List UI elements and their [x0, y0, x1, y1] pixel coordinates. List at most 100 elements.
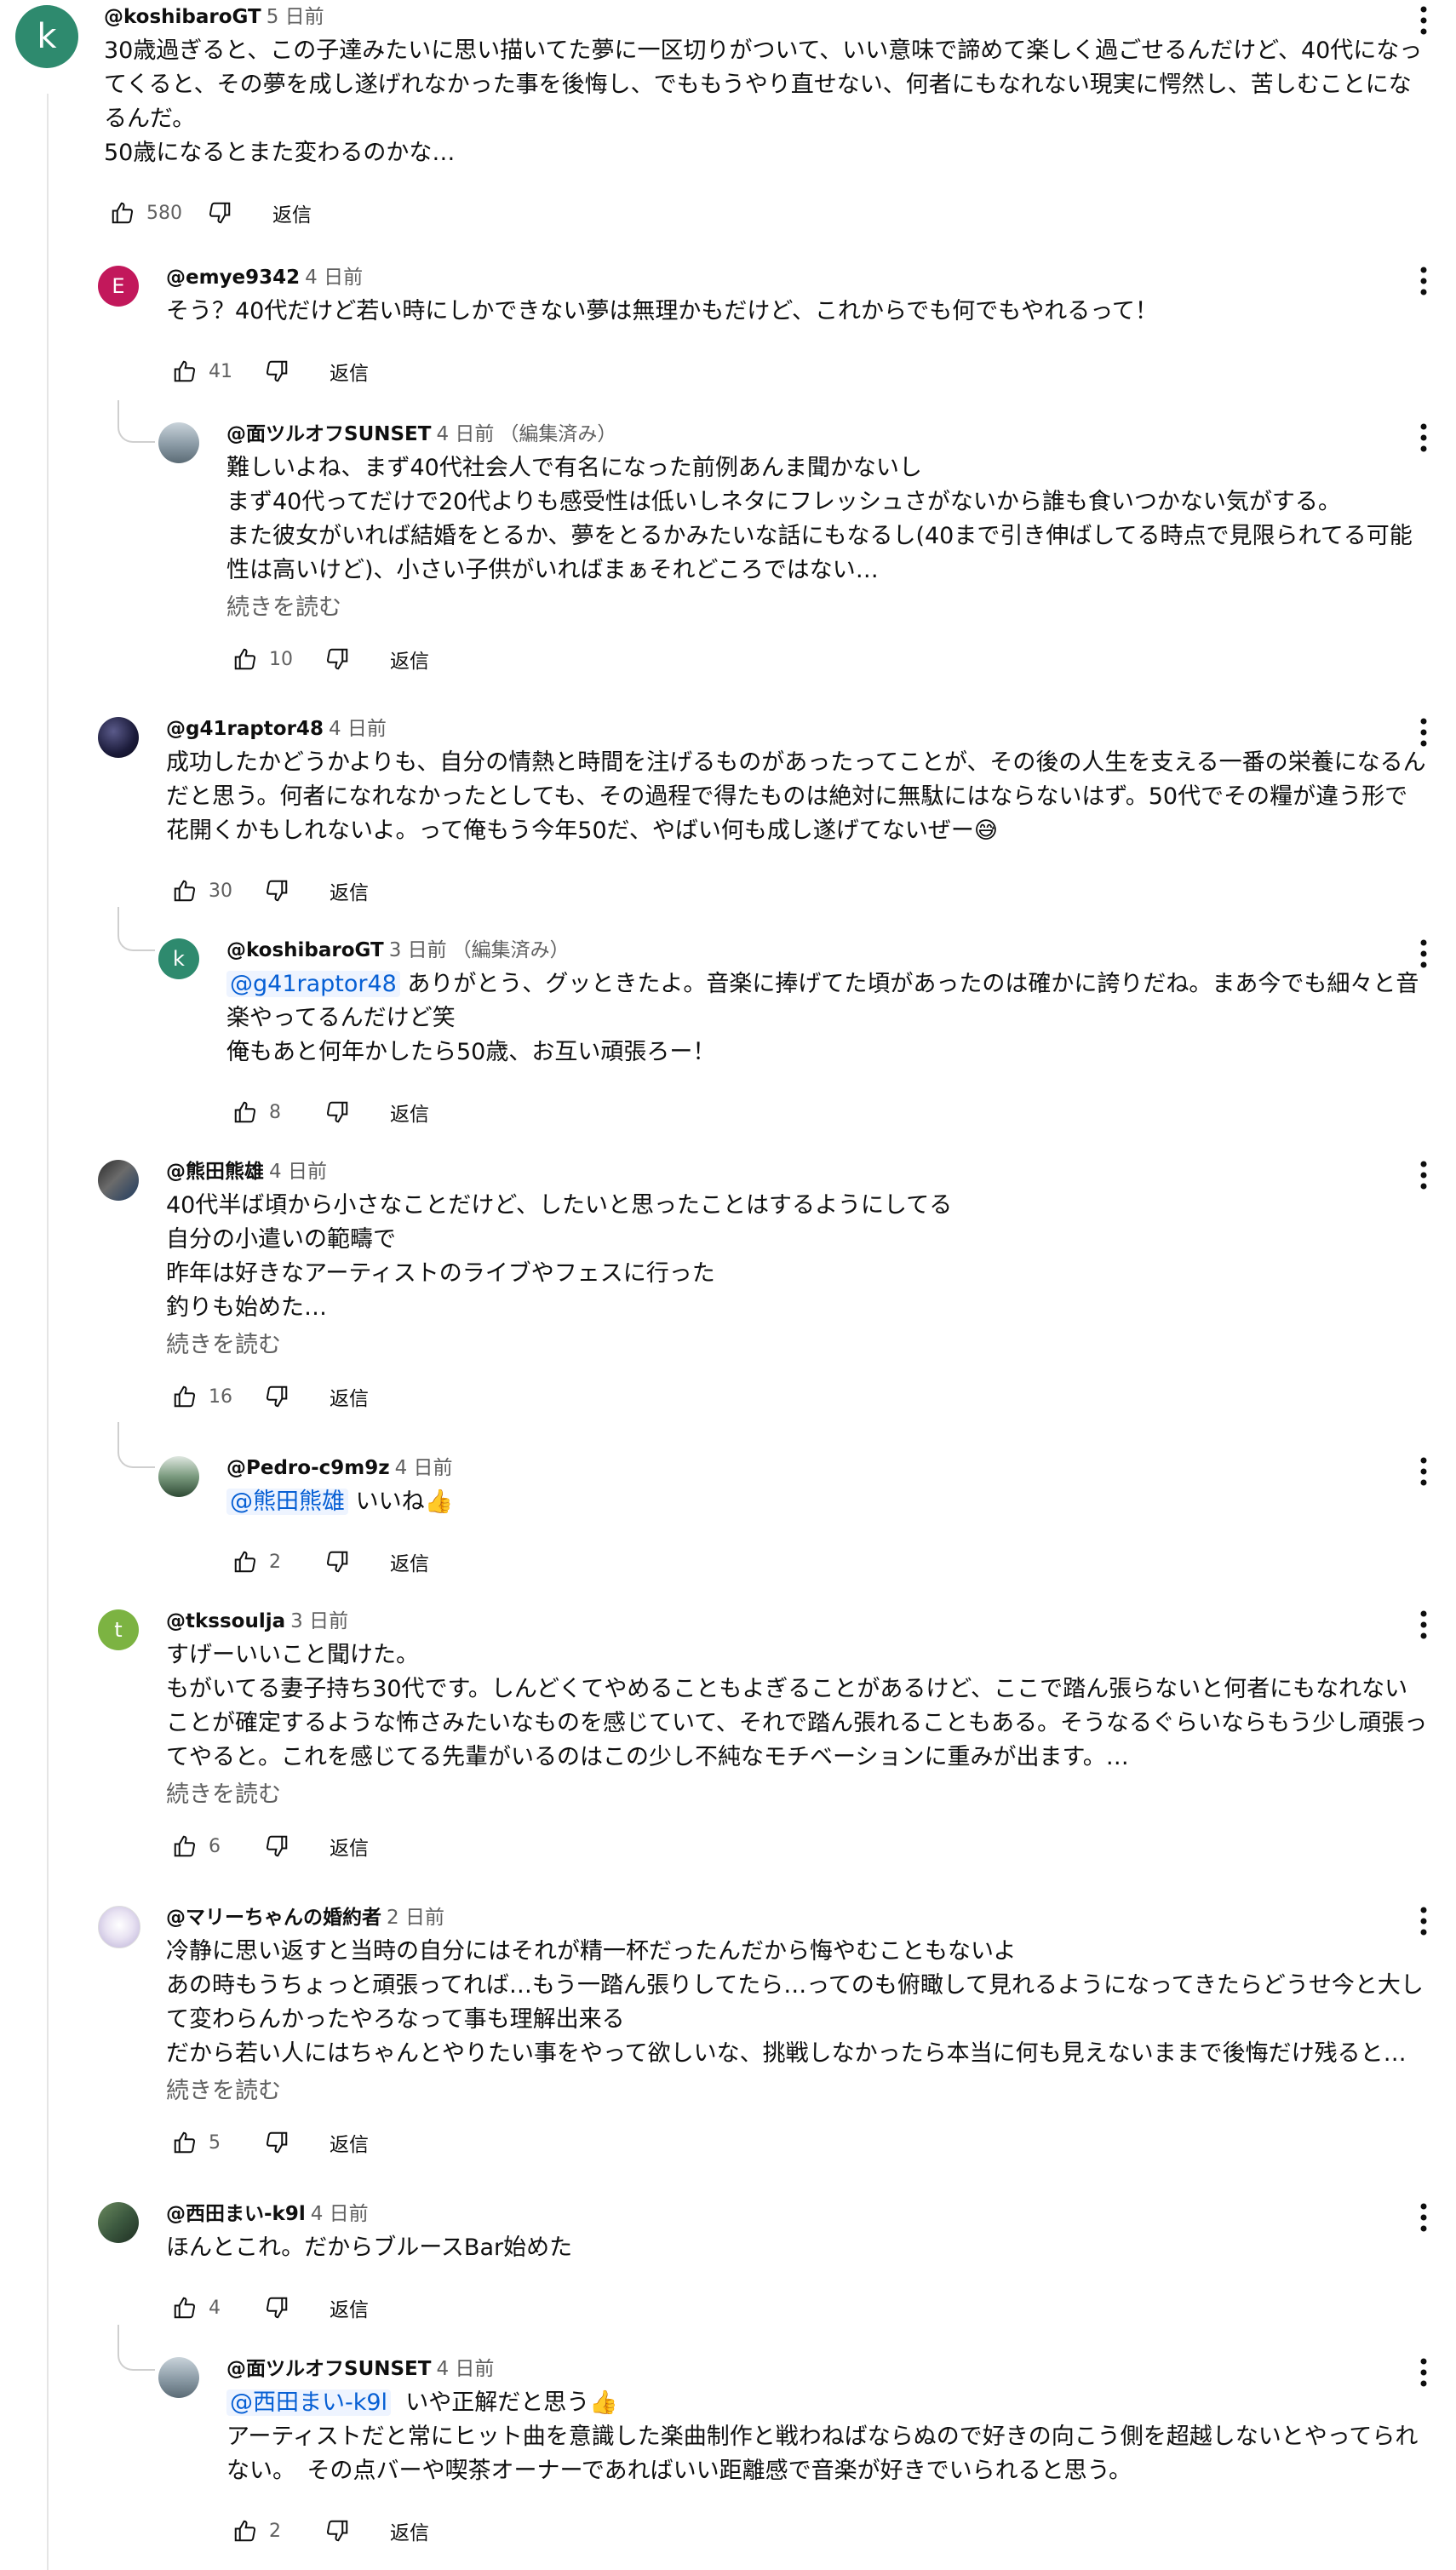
avatar[interactable]: k — [15, 5, 78, 68]
reply-button[interactable]: 返信 — [330, 2128, 369, 2157]
comment-time[interactable]: 3 日前 — [389, 939, 447, 961]
more-options-icon[interactable] — [1405, 262, 1442, 300]
dislike-icon[interactable] — [258, 1378, 295, 1415]
comment-actions: 580 返信 — [104, 187, 1430, 238]
mention-link[interactable]: @西田まい-k9l — [226, 2389, 392, 2416]
dislike-icon[interactable] — [258, 2124, 295, 2161]
more-options-icon[interactable] — [1405, 935, 1442, 972]
comment-author[interactable]: @熊田熊雄 — [166, 1161, 264, 1183]
avatar[interactable] — [158, 2357, 199, 2398]
dislike-icon[interactable] — [258, 1827, 295, 1865]
reply-comment: t @tkssoulja 3 日前 すげーいいこと聞けた。 もがいてる妻子持ち30… — [98, 1604, 1430, 1885]
more-options-icon[interactable] — [1405, 2354, 1442, 2391]
read-more-link[interactable]: 続きを読む — [166, 2074, 1430, 2108]
dislike-icon[interactable] — [258, 872, 295, 909]
reply-button[interactable]: 返信 — [330, 2293, 369, 2322]
comment-author[interactable]: @koshibaroGT — [104, 6, 261, 28]
reply-button[interactable]: 返信 — [390, 2516, 429, 2545]
read-more-link[interactable]: 続きを読む — [166, 1778, 1430, 1812]
comment-time[interactable]: 4 日前 — [436, 423, 494, 445]
reply-button[interactable]: 返信 — [390, 1098, 429, 1127]
comment-header: @tkssoulja 3 日前 — [166, 1604, 1430, 1638]
dislike-icon[interactable] — [258, 353, 295, 390]
avatar[interactable]: k — [158, 938, 199, 979]
more-options-icon[interactable] — [1405, 1453, 1442, 1490]
comment-header: @西田まい-k9l 4 日前 — [166, 2197, 1430, 2231]
comment-time[interactable]: 2 日前 — [387, 1907, 444, 1929]
comment-text: 40代半ば頃から小さなことだけど、したいと思ったことはするようにしてる 自分の小… — [166, 1192, 953, 1321]
more-options-icon[interactable] — [1405, 714, 1442, 751]
comment-author[interactable]: @面ツルオフSUNSET — [226, 423, 431, 445]
read-more-link[interactable]: 続きを読む — [226, 591, 1430, 625]
like-icon[interactable] — [166, 872, 203, 909]
comment-author[interactable]: @koshibaroGT — [226, 939, 384, 961]
dislike-icon[interactable] — [318, 1543, 356, 1580]
reply-button[interactable]: 返信 — [390, 645, 429, 674]
more-options-icon[interactable] — [1405, 2, 1442, 39]
like-count: 16 — [209, 1385, 232, 1408]
more-options-icon[interactable] — [1405, 2199, 1442, 2236]
like-icon[interactable] — [226, 640, 264, 678]
comment-author[interactable]: @emye9342 — [166, 267, 300, 289]
comment-text-body: いいね👍 — [348, 1489, 454, 1515]
comment-text: 成功したかどうかよりも、自分の情熱と時間を注げるものがあったってことが、その後の… — [166, 749, 1426, 844]
more-options-icon[interactable] — [1405, 419, 1442, 456]
dislike-icon[interactable] — [318, 2512, 356, 2550]
thread-line — [47, 94, 49, 2570]
avatar[interactable] — [98, 1906, 140, 1948]
like-icon[interactable] — [166, 353, 203, 390]
comment-time[interactable]: 4 日前 — [395, 1457, 453, 1479]
dislike-icon[interactable] — [318, 1093, 356, 1131]
comment-time[interactable]: 4 日前 — [436, 2358, 494, 2380]
mention-link[interactable]: @g41raptor48 — [226, 971, 400, 997]
comment-time[interactable]: 4 日前 — [269, 1161, 327, 1183]
avatar[interactable] — [158, 422, 199, 463]
avatar[interactable] — [98, 717, 139, 758]
comment-author[interactable]: @西田まい-k9l — [166, 2203, 306, 2225]
reply-button[interactable]: 返信 — [330, 357, 369, 386]
comment-header: @koshibaroGT 3 日前 （編集済み） — [226, 933, 1430, 967]
like-count: 41 — [209, 360, 232, 382]
reply-button[interactable]: 返信 — [390, 1547, 429, 1576]
comment-author[interactable]: @tkssoulja — [166, 1610, 285, 1632]
comment-time[interactable]: 5 日前 — [267, 6, 324, 28]
like-icon[interactable] — [166, 2124, 203, 2161]
avatar[interactable] — [98, 2202, 139, 2243]
comment-actions: 2 返信 — [226, 2505, 1430, 2556]
more-options-icon[interactable] — [1405, 1156, 1442, 1194]
comment-time[interactable]: 4 日前 — [311, 2203, 369, 2225]
comment-time[interactable]: 3 日前 — [290, 1610, 348, 1632]
more-options-icon[interactable] — [1405, 1902, 1442, 1940]
dislike-icon[interactable] — [318, 640, 356, 678]
reply-button[interactable]: 返信 — [330, 876, 369, 905]
comment-actions: 41 返信 — [166, 346, 1430, 397]
like-icon[interactable] — [166, 1378, 203, 1415]
dislike-icon[interactable] — [201, 194, 238, 232]
reply-button[interactable]: 返信 — [330, 1382, 369, 1411]
reply-button[interactable]: 返信 — [330, 1832, 369, 1861]
like-icon[interactable] — [226, 2512, 264, 2550]
read-more-link[interactable]: 続きを読む — [166, 1328, 1430, 1362]
more-options-icon[interactable] — [1405, 1606, 1442, 1644]
comment-author[interactable]: @マリーちゃんの婚約者 — [166, 1907, 381, 1929]
avatar[interactable]: t — [98, 1609, 139, 1650]
mention-link[interactable]: @熊田熊雄 — [226, 1489, 348, 1515]
dislike-icon[interactable] — [258, 2289, 295, 2326]
avatar[interactable] — [158, 1456, 199, 1497]
like-icon[interactable] — [104, 194, 141, 232]
like-count: 6 — [209, 1835, 221, 1857]
like-icon[interactable] — [166, 1827, 203, 1865]
comment-author[interactable]: @g41raptor48 — [166, 718, 324, 740]
comment-author[interactable]: @面ツルオフSUNSET — [226, 2358, 431, 2380]
comment: k @koshibaroGT 5 日前 30歳過ぎると、この子達みたいに思い描いて… — [15, 0, 1430, 230]
reply-button[interactable]: 返信 — [272, 198, 312, 227]
like-icon[interactable] — [166, 2289, 203, 2326]
like-icon[interactable] — [226, 1543, 264, 1580]
avatar[interactable]: E — [98, 266, 139, 307]
comment-author[interactable]: @Pedro-c9m9z — [226, 1457, 390, 1479]
avatar[interactable] — [98, 1160, 139, 1201]
reply-comment: k @koshibaroGT 3 日前 （編集済み） @g41raptor48 あり… — [158, 933, 1430, 1129]
like-icon[interactable] — [226, 1093, 264, 1131]
comment-time[interactable]: 4 日前 — [305, 267, 363, 289]
comment-time[interactable]: 4 日前 — [329, 718, 387, 740]
